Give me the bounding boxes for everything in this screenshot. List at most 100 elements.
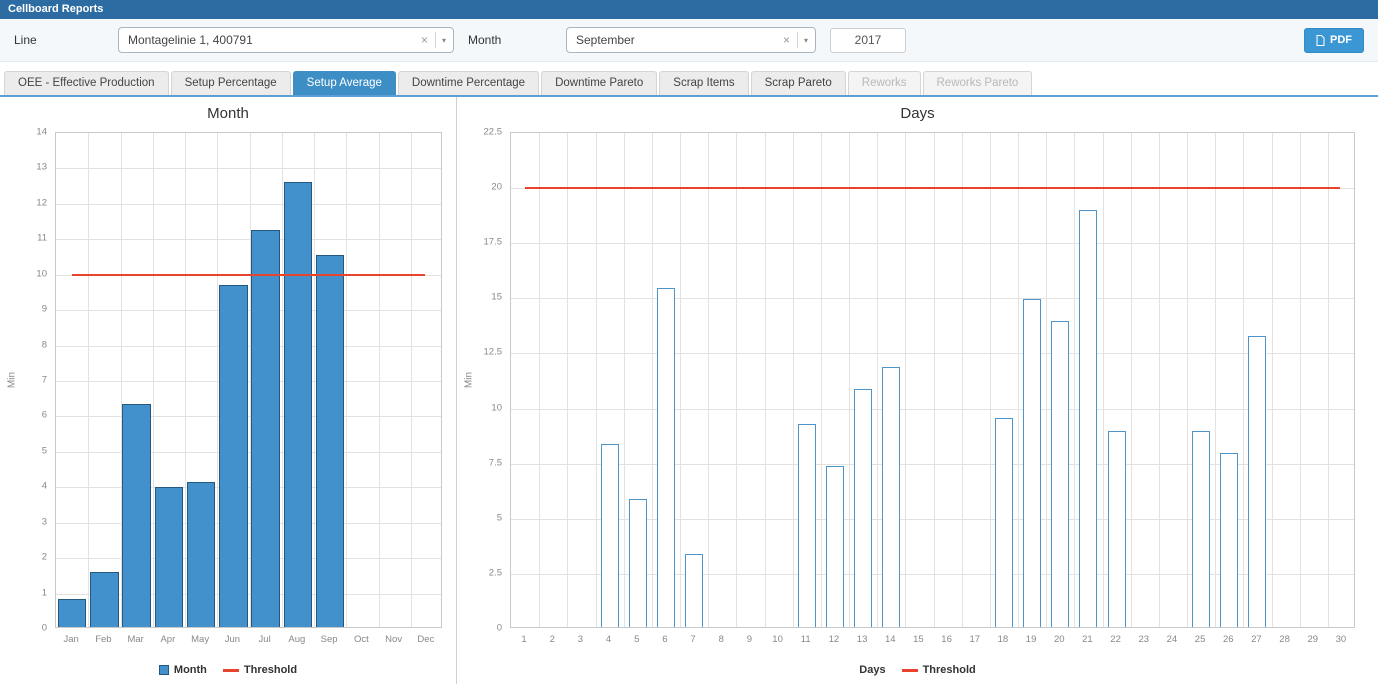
gridline-v — [680, 133, 681, 627]
bar[interactable] — [1192, 431, 1210, 627]
tab-setup-percentage[interactable]: Setup Percentage — [171, 71, 291, 95]
tab-downtime-percentage[interactable]: Downtime Percentage — [398, 71, 539, 95]
legend-label: Month — [174, 664, 207, 676]
y-tick-label: 12 — [0, 197, 47, 208]
y-tick-label: 11 — [0, 233, 47, 244]
y-tick-label: 2 — [0, 552, 47, 563]
line-select[interactable]: Montagelinie 1, 400791 × ▾ — [118, 27, 454, 53]
plot-area — [55, 132, 442, 628]
gridline-v — [88, 133, 89, 627]
line-select-value: Montagelinie 1, 400791 — [128, 33, 415, 47]
month-label: Month — [468, 33, 566, 47]
gridline-v — [652, 133, 653, 627]
clear-line-icon[interactable]: × — [421, 34, 428, 46]
chevron-down-icon[interactable]: ▾ — [442, 36, 446, 45]
gridline-v — [539, 133, 540, 627]
bar[interactable] — [155, 487, 183, 627]
gridline-v — [596, 133, 597, 627]
tab-setup-average[interactable]: Setup Average — [293, 71, 396, 95]
gridline-v — [567, 133, 568, 627]
x-tick-label: 4 — [595, 634, 623, 645]
x-tick-label: 3 — [566, 634, 594, 645]
tab-scrap-pareto[interactable]: Scrap Pareto — [751, 71, 846, 95]
bar[interactable] — [122, 404, 150, 627]
y-tick-label: 8 — [0, 339, 47, 350]
bar[interactable] — [58, 599, 86, 627]
pdf-button-label: PDF — [1330, 34, 1352, 46]
x-tick-label: 26 — [1214, 634, 1242, 645]
x-tick-label: 27 — [1242, 634, 1270, 645]
bar[interactable] — [284, 182, 312, 627]
bar[interactable] — [1108, 431, 1126, 627]
bar[interactable] — [219, 285, 247, 627]
legend-threshold-marker — [223, 669, 239, 672]
gridline-v — [990, 133, 991, 627]
tab-scrap-items[interactable]: Scrap Items — [659, 71, 748, 95]
gridline-v — [1328, 133, 1329, 627]
bar[interactable] — [1220, 453, 1238, 627]
gridline-h — [511, 298, 1354, 299]
bar[interactable] — [316, 255, 344, 627]
gridline-h — [56, 558, 441, 559]
x-tick-label: 16 — [933, 634, 961, 645]
x-tick-label: 14 — [876, 634, 904, 645]
gridline-v — [1272, 133, 1273, 627]
month-select[interactable]: September × ▾ — [566, 27, 816, 53]
tab-reworks: Reworks — [848, 71, 921, 95]
gridline-h — [511, 353, 1354, 354]
bar[interactable] — [1023, 299, 1041, 627]
x-tick-label: 12 — [820, 634, 848, 645]
legend-label: Threshold — [244, 664, 297, 676]
x-tick-label: Sep — [313, 634, 345, 645]
pdf-button[interactable]: PDF — [1304, 28, 1364, 53]
x-tick-label: 9 — [735, 634, 763, 645]
bar[interactable] — [90, 572, 118, 627]
year-input[interactable] — [830, 28, 906, 53]
month-select-value: September — [576, 33, 777, 47]
select-divider — [435, 32, 436, 48]
bar[interactable] — [657, 288, 675, 627]
gridline-v — [1074, 133, 1075, 627]
bar[interactable] — [251, 230, 279, 627]
gridline-v — [877, 133, 878, 627]
x-tick-label: 8 — [707, 634, 735, 645]
bar[interactable] — [1079, 210, 1097, 627]
legend-item: Days — [859, 664, 885, 676]
x-tick-label: 2 — [538, 634, 566, 645]
gridline-v — [1018, 133, 1019, 627]
gridline-v — [379, 133, 380, 627]
chart-legend: Month Threshold — [0, 664, 456, 676]
clear-month-icon[interactable]: × — [783, 34, 790, 46]
x-tick-label: Apr — [152, 634, 184, 645]
bar[interactable] — [798, 424, 816, 627]
x-tick-label: 21 — [1073, 634, 1101, 645]
chevron-down-icon[interactable]: ▾ — [804, 36, 808, 45]
bar[interactable] — [685, 554, 703, 627]
y-tick-label: 22.5 — [457, 127, 502, 138]
gridline-v — [1215, 133, 1216, 627]
bar[interactable] — [1051, 321, 1069, 627]
y-tick-label: 10 — [0, 268, 47, 279]
y-axis-title: Min — [7, 372, 18, 388]
bar[interactable] — [187, 482, 215, 627]
bar[interactable] — [629, 499, 647, 627]
gridline-h — [511, 243, 1354, 244]
y-tick-label: 5 — [0, 445, 47, 456]
bar[interactable] — [601, 444, 619, 627]
tab-reworks-pareto: Reworks Pareto — [923, 71, 1033, 95]
x-tick-label: 1 — [510, 634, 538, 645]
days-chart-panel: Days02.557.51012.51517.52022.51234567891… — [457, 97, 1378, 684]
tab-oee-effective-production[interactable]: OEE - Effective Production — [4, 71, 169, 95]
legend-series-marker — [159, 665, 169, 675]
bar[interactable] — [854, 389, 872, 627]
bar[interactable] — [826, 466, 844, 627]
charts-area: Month01234567891011121314JanFebMarAprMay… — [0, 97, 1378, 684]
bar[interactable] — [995, 418, 1013, 627]
bar[interactable] — [882, 367, 900, 627]
month-chart-panel: Month01234567891011121314JanFebMarAprMay… — [0, 97, 457, 684]
tab-downtime-pareto[interactable]: Downtime Pareto — [541, 71, 657, 95]
gridline-v — [1159, 133, 1160, 627]
x-tick-label: 5 — [623, 634, 651, 645]
bar[interactable] — [1248, 336, 1266, 627]
gridline-v — [849, 133, 850, 627]
